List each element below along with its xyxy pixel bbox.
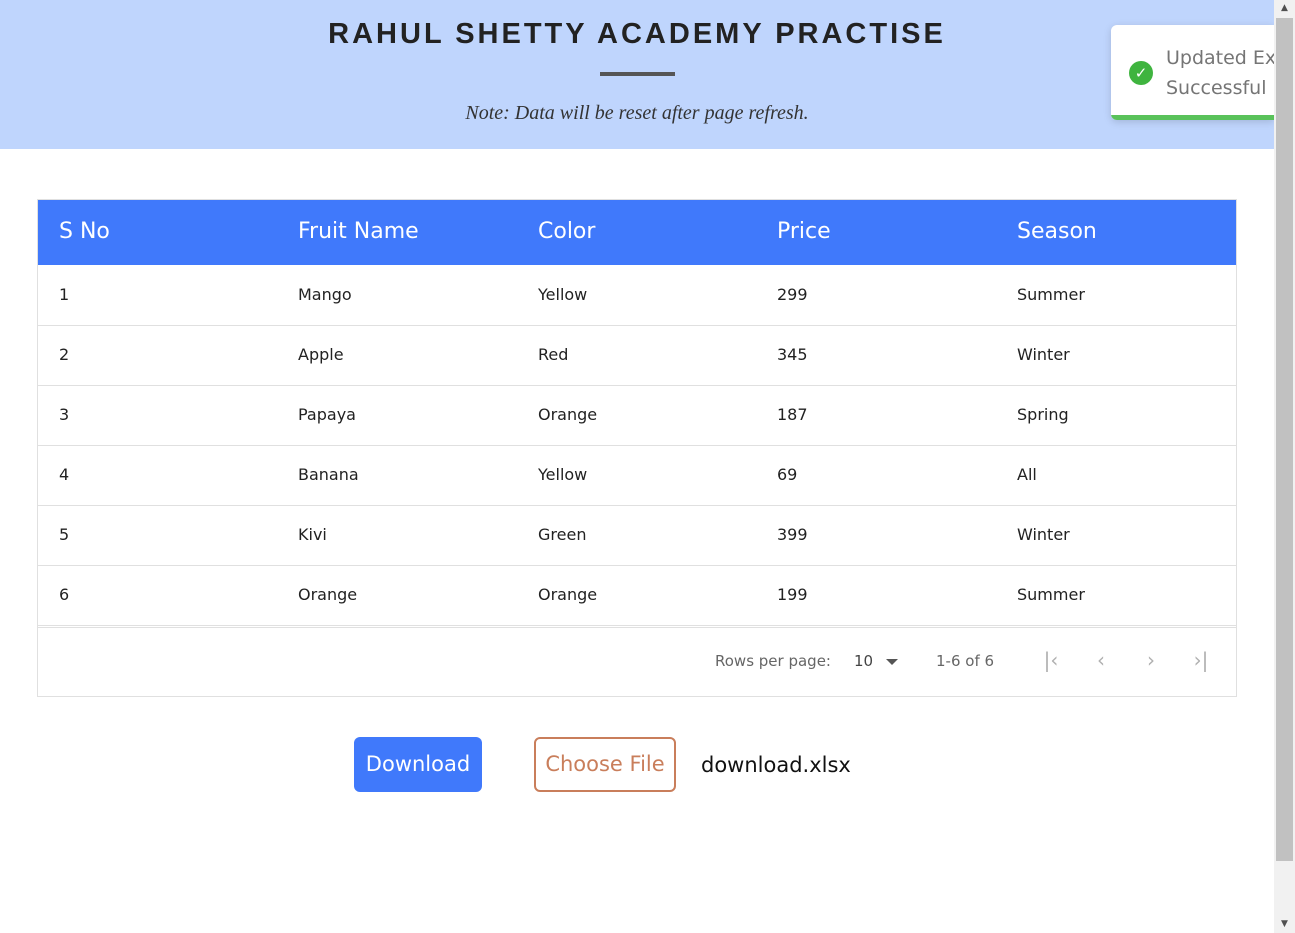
cell-season: All: [1017, 465, 1037, 484]
choose-file-button[interactable]: Choose File: [534, 737, 676, 792]
table-row: 6 Orange Orange 199 Summer: [38, 565, 1236, 626]
cell-season: Spring: [1017, 405, 1069, 424]
cell-fruit-name: Apple: [298, 345, 344, 364]
page-header: RAHUL SHETTY ACADEMY PRACTISE Note: Data…: [0, 0, 1274, 149]
success-toast[interactable]: ✓ Updated Ex Successful: [1111, 25, 1274, 120]
fruits-table: S No Fruit Name Color Price Season 1 Man…: [37, 199, 1237, 697]
column-header-season[interactable]: Season: [1017, 219, 1097, 244]
download-button[interactable]: Download: [354, 737, 482, 792]
next-page-icon[interactable]: ›: [1139, 648, 1163, 672]
title-divider: [600, 72, 675, 76]
cell-price: 199: [777, 585, 808, 604]
cell-price: 69: [777, 465, 798, 484]
rows-per-page-label: Rows per page:: [715, 652, 831, 670]
selected-file-name: download.xlsx: [701, 753, 851, 777]
scroll-up-icon[interactable]: ▲: [1274, 0, 1295, 17]
last-page-icon[interactable]: ›|: [1189, 648, 1213, 672]
cell-price: 399: [777, 525, 808, 544]
cell-color: Yellow: [538, 285, 588, 304]
cell-color: Orange: [538, 585, 598, 604]
cell-season: Summer: [1017, 285, 1085, 304]
cell-fruit-name: Kivi: [298, 525, 327, 544]
toast-line-2: Successful: [1166, 77, 1267, 99]
cell-color: Orange: [538, 405, 598, 424]
table-header: S No Fruit Name Color Price Season: [38, 200, 1236, 265]
cell-season: Winter: [1017, 525, 1070, 544]
cell-s-no: 5: [59, 525, 70, 544]
cell-s-no: 3: [59, 405, 70, 424]
cell-price: 299: [777, 285, 808, 304]
table-row: 5 Kivi Green 399 Winter: [38, 505, 1236, 566]
column-header-price[interactable]: Price: [777, 219, 831, 244]
column-header-color[interactable]: Color: [538, 219, 595, 244]
cell-fruit-name: Orange: [298, 585, 358, 604]
pagination-range: 1-6 of 6: [936, 652, 995, 670]
toast-line-1: Updated Ex: [1166, 47, 1274, 69]
rows-per-page-select[interactable]: 10: [854, 652, 873, 670]
scroll-down-icon[interactable]: ▼: [1274, 916, 1295, 933]
table-row: 3 Papaya Orange 187 Spring: [38, 385, 1236, 446]
check-circle-icon: ✓: [1129, 61, 1153, 85]
cell-color: Red: [538, 345, 569, 364]
cell-fruit-name: Papaya: [298, 405, 356, 424]
cell-season: Summer: [1017, 585, 1085, 604]
cell-s-no: 1: [59, 285, 70, 304]
vertical-scrollbar[interactable]: ▲ ▼: [1274, 0, 1295, 933]
page-title: RAHUL SHETTY ACADEMY PRACTISE: [328, 18, 946, 50]
cell-fruit-name: Mango: [298, 285, 352, 304]
scrollbar-thumb[interactable]: [1276, 18, 1293, 861]
prev-page-icon[interactable]: ‹: [1089, 648, 1113, 672]
cell-color: Green: [538, 525, 587, 544]
cell-s-no: 4: [59, 465, 70, 484]
table-row: 2 Apple Red 345 Winter: [38, 325, 1236, 386]
cell-color: Yellow: [538, 465, 588, 484]
column-header-fruit-name[interactable]: Fruit Name: [298, 219, 419, 244]
column-header-s-no[interactable]: S No: [59, 219, 110, 244]
cell-price: 187: [777, 405, 808, 424]
toast-progress-bar: [1111, 115, 1274, 120]
cell-season: Winter: [1017, 345, 1070, 364]
cell-fruit-name: Banana: [298, 465, 359, 484]
cell-s-no: 6: [59, 585, 70, 604]
reset-note: Note: Data will be reset after page refr…: [465, 102, 809, 124]
table-row: 4 Banana Yellow 69 All: [38, 445, 1236, 506]
table-pagination: Rows per page: 10 1-6 of 6 |‹ ‹ › ›|: [38, 627, 1236, 697]
cell-s-no: 2: [59, 345, 70, 364]
chevron-down-icon[interactable]: [886, 659, 898, 665]
cell-price: 345: [777, 345, 808, 364]
first-page-icon[interactable]: |‹: [1039, 648, 1063, 672]
table-row: 1 Mango Yellow 299 Summer: [38, 265, 1236, 326]
toast-message: Updated Ex Successful: [1166, 43, 1274, 103]
